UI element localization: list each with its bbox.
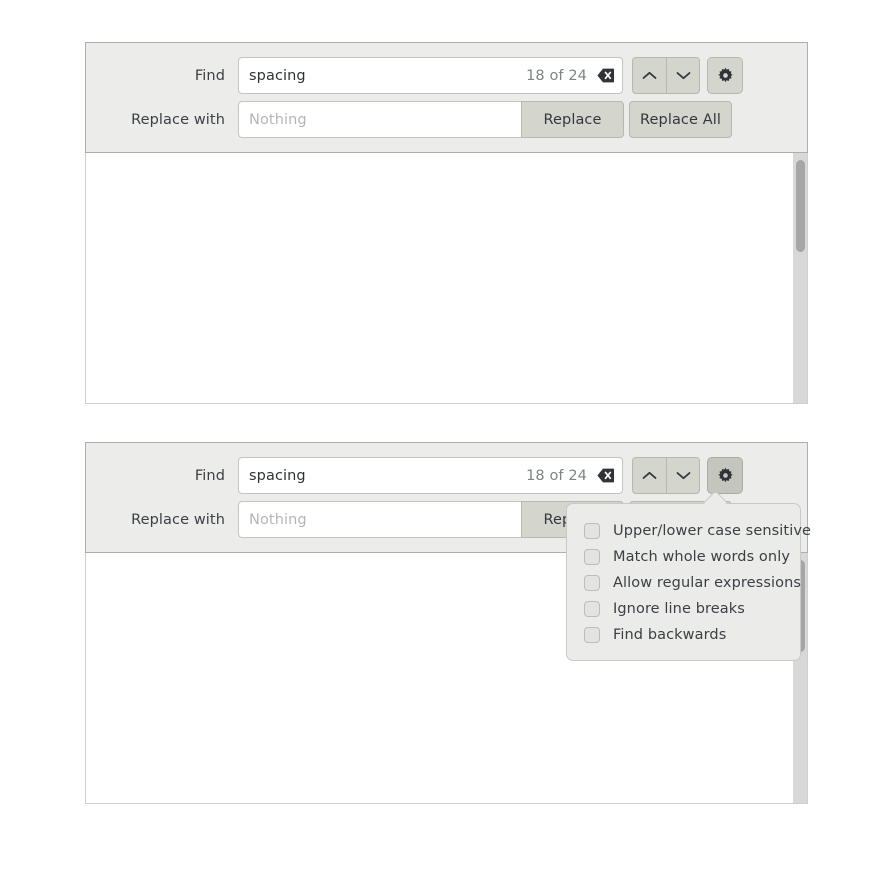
find-replace-panel-default: Find spacing 18 of 24 Replace with Nothi… — [85, 42, 808, 404]
chevron-up-icon — [642, 471, 657, 479]
document-text-area[interactable] — [85, 153, 808, 404]
replace-row: Replace with Nothing Replace Replace All — [86, 101, 807, 138]
find-label: Find — [194, 67, 225, 84]
find-options-button-2[interactable] — [707, 457, 743, 494]
vertical-scrollbar[interactable] — [793, 153, 807, 403]
find-input-value: spacing — [249, 67, 306, 84]
replace-label: Replace with — [131, 111, 225, 128]
chevron-down-icon — [676, 472, 690, 480]
find-nav-group-2 — [632, 457, 700, 494]
find-input[interactable]: spacing 18 of 24 — [238, 57, 623, 94]
option-label: Ignore line breaks — [613, 601, 745, 617]
option-regex[interactable]: Allow regular expressions — [567, 570, 802, 596]
replace-all-button[interactable]: Replace All — [629, 101, 732, 138]
find-previous-button-2[interactable] — [632, 457, 666, 494]
gear-icon — [717, 67, 733, 83]
chevron-down-icon — [676, 72, 690, 80]
replace-label-2: Replace with — [131, 511, 225, 528]
chevron-up-icon — [642, 71, 657, 79]
option-case-sensitive[interactable]: Upper/lower case sensitive — [567, 518, 811, 544]
find-next-button[interactable] — [666, 57, 700, 94]
find-input-2[interactable]: spacing 18 of 24 — [238, 457, 623, 494]
option-label: Upper/lower case sensitive — [613, 523, 812, 539]
find-options-popover: Upper/lower case sensitive Match whole w… — [566, 503, 811, 661]
find-row: Find spacing 18 of 24 — [86, 57, 807, 94]
screenshot-stage: Find spacing 18 of 24 Replace with Nothi… — [0, 0, 893, 870]
backspace-clear-icon[interactable] — [597, 68, 614, 83]
find-replace-toolbar: Find spacing 18 of 24 Replace with Nothi… — [85, 42, 808, 153]
checkbox-icon[interactable] — [584, 627, 600, 643]
backspace-clear-icon[interactable] — [597, 468, 614, 483]
find-nav-group — [632, 57, 700, 94]
checkbox-icon[interactable] — [584, 575, 600, 591]
replace-button[interactable]: Replace — [521, 101, 624, 138]
find-row-2: Find spacing 18 of 24 — [86, 457, 807, 494]
checkbox-icon[interactable] — [584, 601, 600, 617]
match-count-label: 18 of 24 — [526, 67, 587, 84]
scrollbar-thumb[interactable] — [796, 160, 805, 252]
replace-input-placeholder-2: Nothing — [249, 511, 307, 528]
find-label-2: Find — [194, 467, 225, 484]
replace-input-placeholder: Nothing — [249, 111, 307, 128]
replace-input-2[interactable]: Nothing — [238, 501, 521, 538]
match-count-label-2: 18 of 24 — [526, 467, 587, 484]
find-previous-button[interactable] — [632, 57, 666, 94]
option-label: Allow regular expressions — [613, 575, 802, 591]
find-options-button[interactable] — [707, 57, 743, 94]
option-ignore-line-breaks[interactable]: Ignore line breaks — [567, 596, 800, 622]
find-next-button-2[interactable] — [666, 457, 700, 494]
option-label: Match whole words only — [613, 549, 791, 565]
option-whole-words[interactable]: Match whole words only — [567, 544, 800, 570]
checkbox-icon[interactable] — [584, 549, 600, 565]
gear-icon — [717, 467, 733, 483]
replace-input[interactable]: Nothing — [238, 101, 521, 138]
popover-pointer — [704, 493, 726, 504]
checkbox-icon[interactable] — [584, 523, 600, 539]
option-find-backwards[interactable]: Find backwards — [567, 622, 800, 648]
find-input-value-2: spacing — [249, 467, 306, 484]
option-label: Find backwards — [613, 627, 727, 643]
